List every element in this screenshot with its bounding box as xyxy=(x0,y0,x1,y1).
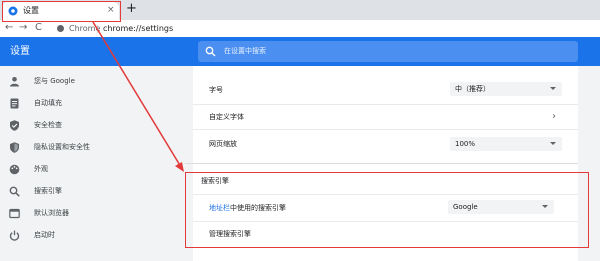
settings-header: 设置 在设置中搜索 xyxy=(0,37,600,66)
address-bar-link[interactable]: 地址栏 xyxy=(209,204,230,212)
url-text[interactable]: chrome://settings xyxy=(103,22,173,35)
sidebar-item-autofill[interactable]: 自动填充 xyxy=(0,93,180,115)
divider xyxy=(193,129,578,130)
font-size-value: 中（推荐） xyxy=(455,85,490,93)
settings-search-input[interactable]: 在设置中搜索 xyxy=(198,41,578,62)
sidebar-item-safety-check[interactable]: 安全检查 xyxy=(0,115,180,137)
browser-icon xyxy=(9,208,20,219)
page-zoom-label: 网页缩放 xyxy=(209,140,237,148)
custom-fonts-label: 自定义字体 xyxy=(209,113,244,121)
new-tab-button[interactable]: + xyxy=(126,1,137,17)
page-title: 设置 xyxy=(10,46,30,57)
search-engine-row-text: 中使用的搜索引擎 xyxy=(230,204,286,212)
settings-favicon-icon xyxy=(8,6,18,16)
search-icon xyxy=(9,186,20,197)
search-engine-section-title: 搜索引擎 xyxy=(201,177,229,185)
search-engine-row-label: 地址栏中使用的搜索引擎 xyxy=(209,203,286,213)
sidebar-item-label: 安全检查 xyxy=(34,121,62,129)
chevron-right-icon: › xyxy=(552,111,556,122)
browser-window: 设置 × + ← → C Chrome | chrome://settings … xyxy=(0,0,600,261)
tab-close-icon[interactable]: × xyxy=(107,4,115,16)
sidebar-item-label: 启动时 xyxy=(34,231,55,239)
sidebar-item-label: 默认浏览器 xyxy=(34,209,69,217)
appearance-card: 字号 中（推荐） 自定义字体 › 网页缩放 100% 搜索引擎 地址栏中使用的搜… xyxy=(185,66,578,261)
reload-icon[interactable]: C xyxy=(35,21,42,35)
search-icon xyxy=(205,46,216,57)
omnibox-separator: | xyxy=(96,24,99,33)
divider xyxy=(193,194,578,195)
section-separator xyxy=(185,163,578,164)
custom-fonts-row[interactable]: 自定义字体 › xyxy=(193,105,578,129)
search-placeholder: 在设置中搜索 xyxy=(224,47,266,55)
font-size-label: 字号 xyxy=(209,86,223,94)
site-info-icon[interactable] xyxy=(57,25,64,32)
sidebar-item-label: 您与 Google xyxy=(34,77,75,85)
chevron-down-icon xyxy=(550,142,556,145)
sidebar-item-label: 搜索引擎 xyxy=(34,187,62,195)
sidebar-item-appearance[interactable]: 外观 xyxy=(0,159,180,181)
toolbar: ← → C Chrome | chrome://settings xyxy=(0,20,600,37)
palette-icon xyxy=(9,164,20,175)
search-engine-value: Google xyxy=(453,203,478,211)
search-engine-select[interactable]: Google xyxy=(448,200,554,214)
sidebar-item-default-browser[interactable]: 默认浏览器 xyxy=(0,203,180,225)
address-bar[interactable]: Chrome | chrome://settings xyxy=(50,22,600,35)
sidebar: 您与 Google 自动填充 安全检查 隐私设置和安全性 外观 搜索引擎 默认浏… xyxy=(0,66,180,261)
sidebar-item-search-engine[interactable]: 搜索引擎 xyxy=(0,181,180,203)
back-icon[interactable]: ← xyxy=(5,21,13,35)
sidebar-item-label: 隐私设置和安全性 xyxy=(34,143,90,151)
tab-settings[interactable]: 设置 × xyxy=(2,2,119,20)
shield-icon xyxy=(10,142,19,153)
page-zoom-value: 100% xyxy=(455,140,476,148)
tab-strip: 设置 × + xyxy=(0,0,600,20)
manage-search-engines-row[interactable]: 管理搜索引擎 xyxy=(193,222,578,246)
chevron-down-icon xyxy=(542,205,548,208)
sidebar-item-label: 自动填充 xyxy=(34,99,62,107)
sidebar-item-you-and-google[interactable]: 您与 Google xyxy=(0,71,180,93)
sidebar-item-privacy[interactable]: 隐私设置和安全性 xyxy=(0,137,180,159)
manage-search-engines-label: 管理搜索引擎 xyxy=(209,230,251,238)
sidebar-item-on-startup[interactable]: 启动时 xyxy=(0,225,180,247)
forward-icon[interactable]: → xyxy=(19,21,27,35)
person-icon xyxy=(10,77,19,87)
font-size-select[interactable]: 中（推荐） xyxy=(450,82,562,96)
tab-title: 设置 xyxy=(23,6,39,15)
power-icon xyxy=(9,230,20,241)
sidebar-item-label: 外观 xyxy=(34,165,48,173)
document-icon xyxy=(10,98,19,109)
shield-check-icon xyxy=(10,120,19,131)
page-zoom-select[interactable]: 100% xyxy=(450,137,562,151)
chevron-down-icon xyxy=(550,87,556,90)
